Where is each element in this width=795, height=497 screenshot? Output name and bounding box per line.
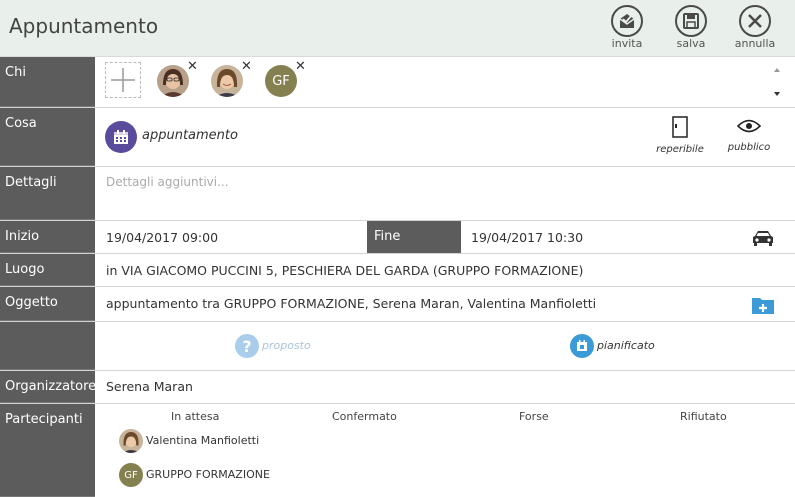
row-cosa: Cosa appuntamento reperibile pubblico (0, 108, 795, 167)
calendar-lock-icon (570, 334, 594, 358)
pubblico-toggle[interactable]: pubblico (719, 118, 779, 153)
remove-valentina-button[interactable]: ✕ (241, 59, 252, 74)
label-fine: Fine (367, 221, 461, 253)
label-inizio: Inizio (0, 221, 95, 253)
page-title: Appuntamento (9, 14, 159, 38)
column-forse: Forse (519, 410, 549, 423)
participant-name: GRUPPO FORMAZIONE (146, 468, 270, 481)
type-label: appuntamento (142, 128, 238, 143)
pubblico-label: pubblico (727, 142, 771, 153)
column-confermato: Confermato (332, 410, 397, 423)
avatar-gruppo-formazione: GF (265, 65, 297, 97)
plus-icon (111, 68, 135, 92)
scroll-down-arrow (774, 92, 780, 96)
participant-name: Valentina Manfioletti (146, 434, 260, 447)
row-dettagli: Dettagli Dettagli aggiuntivi... (0, 167, 795, 221)
luogo-field[interactable]: in VIA GIACOMO PUCCINI 5, PESCHIERA DEL … (106, 263, 583, 278)
label-stato (0, 322, 95, 370)
pianificato-label: pianificato (597, 339, 655, 352)
car-icon[interactable] (751, 229, 775, 250)
row-luogo: Luogo in VIA GIACOMO PUCCINI 5, PESCHIER… (0, 254, 795, 287)
add-person-button[interactable] (105, 62, 141, 98)
column-rifiutato: Rifiutato (680, 410, 727, 423)
label-partecipanti: Partecipanti (0, 404, 95, 497)
close-icon (739, 5, 771, 37)
dettagli-input[interactable]: Dettagli aggiuntivi... (106, 175, 229, 189)
scrollbar[interactable] (771, 63, 783, 101)
label-chi: Chi (0, 57, 95, 107)
remove-serena-button[interactable]: ✕ (187, 59, 198, 74)
label-oggetto: Oggetto (0, 287, 95, 321)
row-partecipanti: Partecipanti In attesa Confermato Forse … (0, 404, 795, 497)
header: Appuntamento invita salva annulla (0, 0, 795, 57)
label-cosa: Cosa (0, 108, 95, 166)
label-dettagli: Dettagli (0, 167, 95, 220)
row-organizzatore: Organizzatore Serena Maran (0, 371, 795, 404)
row-oggetto: Oggetto appuntamento tra GRUPPO FORMAZIO… (0, 287, 795, 322)
invite-label: invita (611, 37, 643, 50)
organizzatore-value: Serena Maran (106, 379, 193, 394)
fine-field[interactable]: 19/04/2017 10:30 (471, 230, 583, 245)
invite-button[interactable]: invita (601, 5, 653, 50)
invite-icon (611, 5, 643, 37)
inizio-field[interactable]: 19/04/2017 09:00 (106, 230, 218, 245)
door-icon (672, 116, 688, 138)
column-in-attesa: In attesa (171, 410, 220, 423)
row-stato: ? proposto pianificato (0, 322, 795, 371)
cancel-button[interactable]: annulla (729, 5, 781, 50)
avatar: GF (119, 463, 143, 487)
cancel-label: annulla (734, 37, 776, 50)
save-icon (675, 5, 707, 37)
avatar (119, 429, 143, 453)
scroll-up-arrow (774, 68, 780, 72)
save-button[interactable]: salva (665, 5, 717, 50)
reperibile-label: reperibile (656, 144, 704, 155)
remove-gruppo-button[interactable]: ✕ (295, 59, 306, 74)
reperibile-toggle[interactable]: reperibile (650, 116, 710, 155)
avatar-serena (157, 65, 189, 97)
calendar-type-icon[interactable] (105, 121, 137, 153)
avatar-valentina (211, 65, 243, 97)
row-chi: Chi ✕ ✕ GF ✕ (0, 57, 795, 108)
label-luogo: Luogo (0, 254, 95, 286)
oggetto-field[interactable]: appuntamento tra GRUPPO FORMAZIONE, Sere… (106, 296, 596, 311)
add-folder-icon[interactable] (751, 295, 775, 318)
proposto-label: proposto (262, 339, 311, 352)
label-organizzatore: Organizzatore (0, 371, 96, 403)
question-icon: ? (235, 334, 259, 358)
row-inizio-fine: Inizio 19/04/2017 09:00 Fine 19/04/2017 … (0, 221, 795, 254)
save-label: salva (676, 37, 706, 50)
eye-icon (736, 119, 762, 133)
